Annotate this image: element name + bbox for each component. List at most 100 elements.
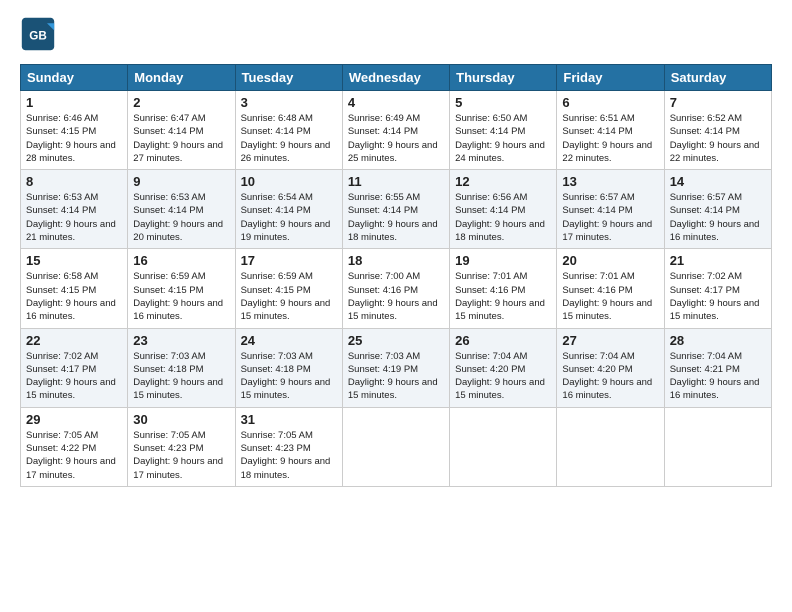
- table-row: [557, 407, 664, 486]
- cell-text: Sunrise: 6:54 AMSunset: 4:14 PMDaylight:…: [241, 192, 331, 243]
- day-number: 27: [562, 333, 658, 348]
- cell-text: Sunrise: 7:03 AMSunset: 4:18 PMDaylight:…: [241, 351, 331, 402]
- cell-text: Sunrise: 7:04 AMSunset: 4:20 PMDaylight:…: [562, 351, 652, 402]
- day-number: 11: [348, 174, 444, 189]
- col-tuesday: Tuesday: [235, 65, 342, 91]
- table-row: 29Sunrise: 7:05 AMSunset: 4:22 PMDayligh…: [21, 407, 128, 486]
- table-row: 9 Sunrise: 6:53 AMSunset: 4:14 PMDaylight…: [128, 170, 235, 249]
- cell-text: Sunrise: 6:52 AMSunset: 4:14 PMDaylight:…: [670, 113, 760, 164]
- table-row: 26 Sunrise: 7:04 AMSunset: 4:20 PMDayligh…: [450, 328, 557, 407]
- calendar-week-row: 8Sunrise: 6:53 AMSunset: 4:14 PMDaylight…: [21, 170, 772, 249]
- table-row: 6 Sunrise: 6:51 AMSunset: 4:14 PMDaylight…: [557, 91, 664, 170]
- cell-text: Sunrise: 7:02 AMSunset: 4:17 PMDaylight:…: [670, 271, 760, 322]
- table-row: 28 Sunrise: 7:04 AMSunset: 4:21 PMDayligh…: [664, 328, 771, 407]
- table-row: 30 Sunrise: 7:05 AMSunset: 4:23 PMDayligh…: [128, 407, 235, 486]
- table-row: 16 Sunrise: 6:59 AMSunset: 4:15 PMDayligh…: [128, 249, 235, 328]
- logo-icon: GB: [20, 16, 56, 52]
- table-row: 12 Sunrise: 6:56 AMSunset: 4:14 PMDayligh…: [450, 170, 557, 249]
- day-number: 21: [670, 253, 766, 268]
- day-number: 9: [133, 174, 229, 189]
- table-row: 15 Sunrise: 6:58 AMSunset: 4:15 PMDayligh…: [21, 249, 128, 328]
- cell-text: Sunrise: 6:59 AMSunset: 4:15 PMDaylight:…: [133, 271, 223, 322]
- table-row: 20Sunrise: 7:01 AMSunset: 4:16 PMDayligh…: [557, 249, 664, 328]
- day-number: 7: [670, 95, 766, 110]
- calendar-header-row: Sunday Monday Tuesday Wednesday Thursday…: [21, 65, 772, 91]
- day-number: 12: [455, 174, 551, 189]
- table-row: 31Sunrise: 7:05 AMSunset: 4:23 PMDayligh…: [235, 407, 342, 486]
- day-number: 24: [241, 333, 337, 348]
- day-number: 31: [241, 412, 337, 427]
- cell-text: Sunrise: 7:00 AMSunset: 4:16 PMDaylight:…: [348, 271, 438, 322]
- cell-text: Sunrise: 7:04 AMSunset: 4:20 PMDaylight:…: [455, 351, 545, 402]
- cell-text: Sunrise: 6:53 AMSunset: 4:14 PMDaylight:…: [26, 192, 116, 243]
- table-row: 23Sunrise: 7:03 AMSunset: 4:18 PMDayligh…: [128, 328, 235, 407]
- cell-text: Sunrise: 6:57 AMSunset: 4:14 PMDaylight:…: [562, 192, 652, 243]
- cell-text: Sunrise: 7:03 AMSunset: 4:19 PMDaylight:…: [348, 351, 438, 402]
- table-row: 21 Sunrise: 7:02 AMSunset: 4:17 PMDayligh…: [664, 249, 771, 328]
- day-number: 6: [562, 95, 658, 110]
- cell-text: Sunrise: 7:02 AMSunset: 4:17 PMDaylight:…: [26, 351, 116, 402]
- cell-text: Sunrise: 7:04 AMSunset: 4:21 PMDaylight:…: [670, 351, 760, 402]
- cell-text: Sunrise: 6:51 AMSunset: 4:14 PMDaylight:…: [562, 113, 652, 164]
- day-number: 30: [133, 412, 229, 427]
- table-row: 11 Sunrise: 6:55 AMSunset: 4:14 PMDayligh…: [342, 170, 449, 249]
- calendar-table: Sunday Monday Tuesday Wednesday Thursday…: [20, 64, 772, 487]
- day-number: 13: [562, 174, 658, 189]
- day-number: 10: [241, 174, 337, 189]
- cell-text: Sunrise: 6:53 AMSunset: 4:14 PMDaylight:…: [133, 192, 223, 243]
- cell-text: Sunrise: 6:50 AMSunset: 4:14 PMDaylight:…: [455, 113, 545, 164]
- table-row: 13 Sunrise: 6:57 AMSunset: 4:14 PMDayligh…: [557, 170, 664, 249]
- table-row: 5 Sunrise: 6:50 AMSunset: 4:14 PMDaylight…: [450, 91, 557, 170]
- table-row: 24 Sunrise: 7:03 AMSunset: 4:18 PMDayligh…: [235, 328, 342, 407]
- day-number: 5: [455, 95, 551, 110]
- table-row: [664, 407, 771, 486]
- day-number: 22: [26, 333, 122, 348]
- col-monday: Monday: [128, 65, 235, 91]
- calendar-week-row: 22 Sunrise: 7:02 AMSunset: 4:17 PMDayligh…: [21, 328, 772, 407]
- day-number: 19: [455, 253, 551, 268]
- day-number: 16: [133, 253, 229, 268]
- cell-text: Sunrise: 7:01 AMSunset: 4:16 PMDaylight:…: [455, 271, 545, 322]
- day-number: 2: [133, 95, 229, 110]
- col-sunday: Sunday: [21, 65, 128, 91]
- day-number: 17: [241, 253, 337, 268]
- cell-text: Sunrise: 6:58 AMSunset: 4:15 PMDaylight:…: [26, 271, 116, 322]
- cell-text: Sunrise: 6:56 AMSunset: 4:14 PMDaylight:…: [455, 192, 545, 243]
- cell-text: Sunrise: 6:59 AMSunset: 4:15 PMDaylight:…: [241, 271, 331, 322]
- table-row: 10 Sunrise: 6:54 AMSunset: 4:14 PMDayligh…: [235, 170, 342, 249]
- table-row: 22 Sunrise: 7:02 AMSunset: 4:17 PMDayligh…: [21, 328, 128, 407]
- page-container: GB Sunday Monday Tuesday Wednesday Thurs…: [0, 0, 792, 497]
- table-row: 19 Sunrise: 7:01 AMSunset: 4:16 PMDayligh…: [450, 249, 557, 328]
- col-wednesday: Wednesday: [342, 65, 449, 91]
- table-row: 17 Sunrise: 6:59 AMSunset: 4:15 PMDayligh…: [235, 249, 342, 328]
- table-row: 14 Sunrise: 6:57 AMSunset: 4:14 PMDayligh…: [664, 170, 771, 249]
- table-row: 18 Sunrise: 7:00 AMSunset: 4:16 PMDayligh…: [342, 249, 449, 328]
- table-row: 25 Sunrise: 7:03 AMSunset: 4:19 PMDayligh…: [342, 328, 449, 407]
- cell-text: Sunrise: 6:48 AMSunset: 4:14 PMDaylight:…: [241, 113, 331, 164]
- day-number: 15: [26, 253, 122, 268]
- cell-text: Sunrise: 7:05 AMSunset: 4:23 PMDaylight:…: [133, 430, 223, 481]
- table-row: 8Sunrise: 6:53 AMSunset: 4:14 PMDaylight…: [21, 170, 128, 249]
- table-row: 7 Sunrise: 6:52 AMSunset: 4:14 PMDaylight…: [664, 91, 771, 170]
- day-number: 26: [455, 333, 551, 348]
- day-number: 18: [348, 253, 444, 268]
- svg-text:GB: GB: [29, 29, 47, 42]
- page-header: GB: [20, 16, 772, 52]
- col-saturday: Saturday: [664, 65, 771, 91]
- day-number: 25: [348, 333, 444, 348]
- calendar-week-row: 29Sunrise: 7:05 AMSunset: 4:22 PMDayligh…: [21, 407, 772, 486]
- table-row: 27 Sunrise: 7:04 AMSunset: 4:20 PMDayligh…: [557, 328, 664, 407]
- day-number: 3: [241, 95, 337, 110]
- day-number: 28: [670, 333, 766, 348]
- table-row: [450, 407, 557, 486]
- cell-text: Sunrise: 6:55 AMSunset: 4:14 PMDaylight:…: [348, 192, 438, 243]
- day-number: 4: [348, 95, 444, 110]
- calendar-week-row: 15 Sunrise: 6:58 AMSunset: 4:15 PMDayligh…: [21, 249, 772, 328]
- day-number: 23: [133, 333, 229, 348]
- day-number: 14: [670, 174, 766, 189]
- cell-text: Sunrise: 6:46 AMSunset: 4:15 PMDaylight:…: [26, 113, 116, 164]
- table-row: 3 Sunrise: 6:48 AMSunset: 4:14 PMDaylight…: [235, 91, 342, 170]
- day-number: 1: [26, 95, 122, 110]
- logo: GB: [20, 16, 60, 52]
- cell-text: Sunrise: 6:57 AMSunset: 4:14 PMDaylight:…: [670, 192, 760, 243]
